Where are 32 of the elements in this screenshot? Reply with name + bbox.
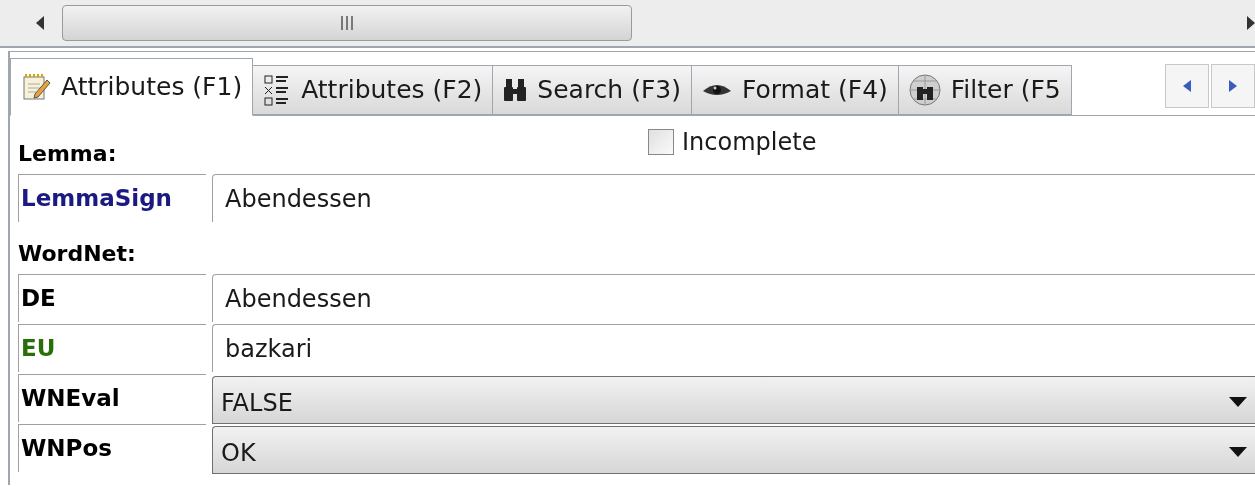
tab[interactable]: Search (F3)	[492, 65, 692, 115]
grip-icon	[341, 16, 353, 30]
tab[interactable]: Format (F4)	[690, 65, 899, 115]
dropdown[interactable]: FALSE	[212, 376, 1255, 424]
checkbox[interactable]	[648, 129, 674, 155]
right-arrow-icon	[1229, 80, 1237, 92]
scrollbar-thumb[interactable]	[62, 5, 632, 41]
binoculars-icon	[503, 77, 528, 103]
field-label: LemmaSign	[18, 174, 206, 222]
globe-binoculars-icon	[908, 74, 941, 106]
field-label: EU	[18, 324, 206, 372]
field-label: WNPos	[18, 424, 206, 472]
section-title: Lemma:	[18, 140, 117, 168]
tab-scroll-left-button[interactable]	[1165, 64, 1209, 108]
dropdown-arrow-icon	[1229, 447, 1247, 457]
text-field[interactable]: Abendessen	[212, 174, 1255, 222]
field-label: WNEval	[18, 374, 206, 422]
dropdown-arrow-icon	[1229, 397, 1247, 407]
section-title: WordNet:	[18, 240, 136, 268]
notepad-pencil-icon	[21, 72, 51, 102]
text-field[interactable]: bazkari	[212, 324, 1255, 372]
scroll-left-arrow-icon[interactable]	[34, 15, 46, 31]
dropdown[interactable]: OK	[212, 426, 1255, 474]
checkbox-label: Incomplete	[682, 127, 817, 158]
tab[interactable]: Attributes (F2)	[252, 65, 494, 115]
left-arrow-icon	[1183, 80, 1191, 92]
text-field[interactable]: Abendessen	[212, 274, 1255, 322]
tab[interactable]: Filter (F5	[897, 65, 1072, 115]
tab-scroll-right-button[interactable]	[1211, 64, 1255, 108]
scroll-right-arrow-icon[interactable]	[1247, 15, 1255, 31]
tab[interactable]: Attributes (F1)	[10, 58, 254, 116]
field-label: DE	[18, 274, 206, 322]
